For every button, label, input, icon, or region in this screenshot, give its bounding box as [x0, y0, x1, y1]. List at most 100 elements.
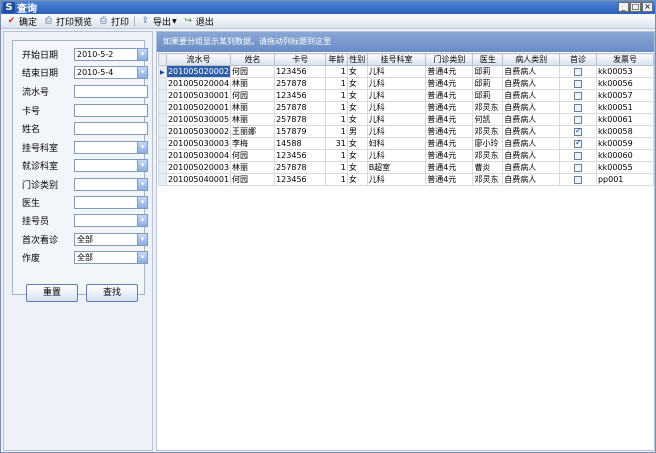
filter-start-date: 开始日期 2010-5-2 ▾	[22, 47, 148, 61]
first-visit-checkbox[interactable]	[559, 137, 597, 150]
checkbox-icon[interactable]	[574, 175, 583, 184]
checkbox-icon[interactable]	[574, 139, 583, 148]
chevron-down-icon[interactable]: ▾	[137, 66, 147, 78]
column-header[interactable]: 挂号科室	[366, 53, 427, 66]
first-visit-checkbox[interactable]	[559, 65, 597, 78]
filter-label: 卡号	[22, 106, 41, 117]
table-row[interactable]: ▶ 201005020002 何园 123456 1 女儿科 普通4元 邱莉 自费病人 kk000…	[158, 65, 655, 78]
checkbox-icon[interactable]	[574, 103, 583, 112]
checkbox-icon[interactable]	[574, 115, 583, 124]
first-visit-checkbox[interactable]	[559, 89, 597, 102]
cell-ptype: 自费病人	[502, 173, 561, 186]
cell-ptype: 自费病人	[502, 101, 561, 114]
checkbox-icon[interactable]	[574, 91, 583, 100]
column-header[interactable]: 首诊	[559, 53, 597, 66]
card-no-input[interactable]	[74, 103, 148, 117]
column-header[interactable]: 流水号	[165, 53, 232, 66]
checkbox-icon[interactable]	[574, 151, 583, 160]
table-row[interactable]: 201005030002王丽娜1578791男儿科普通4元邓灵东自费病人 kk00…	[158, 125, 655, 138]
search-button[interactable]: 查找	[86, 284, 138, 302]
confirm-button[interactable]: ✔ 确定	[3, 15, 40, 28]
chevron-down-icon[interactable]: ▾	[137, 251, 147, 263]
minimize-button[interactable]: _	[618, 2, 629, 12]
cell-age: 1	[325, 161, 348, 174]
chevron-down-icon[interactable]: ▾	[137, 141, 147, 153]
first-visit-checkbox[interactable]	[559, 161, 597, 174]
first-visit-select[interactable]: 全部 ▾	[74, 232, 148, 246]
column-header[interactable]: 年龄	[325, 53, 348, 66]
table-row[interactable]: 201005040001 何园 123456 1 女儿科 普通4元 邓灵东 自费病人 pp001	[158, 173, 655, 186]
column-header[interactable]: 性别	[346, 53, 368, 66]
cell-card: 123456	[274, 149, 327, 162]
table-row[interactable]: 201005020004 林丽 257878 1 女儿科 普通4元 邱莉 自费病人 kk0005…	[158, 77, 655, 90]
filter-label: 流水号	[22, 87, 50, 98]
first-visit-checkbox[interactable]	[559, 173, 597, 186]
serial-no-input[interactable]	[74, 84, 148, 98]
cell-type: 普通4元	[425, 149, 474, 162]
chevron-down-icon[interactable]: ▾	[137, 214, 147, 226]
filter-label: 挂号科室	[22, 143, 59, 154]
registrar-select[interactable]: ▾	[74, 213, 148, 227]
checkbox-icon[interactable]	[574, 127, 583, 136]
first-visit-checkbox[interactable]	[559, 125, 597, 138]
first-visit-checkbox[interactable]	[559, 101, 597, 114]
first-visit-checkbox[interactable]	[559, 113, 597, 126]
table-row[interactable]: 201005030004 何园 123456 1 女儿科 普通4元 邓灵东 自费病人 kk000…	[158, 149, 655, 162]
column-header[interactable]: 卡号	[274, 53, 327, 66]
export-label: 导出	[153, 17, 172, 28]
row-indicator	[158, 113, 167, 126]
column-header[interactable]: 医生	[472, 53, 504, 66]
chevron-down-icon[interactable]: ▾	[137, 233, 147, 245]
cell-invoice: kk00057	[595, 89, 655, 102]
name-input[interactable]	[74, 121, 148, 135]
clinic-type-select[interactable]: ▾	[74, 177, 148, 191]
cell-sex: 女	[346, 101, 368, 114]
table-row[interactable]: 201005030003李梅1458831女妇科普通4元廖小玲自费病人 kk000…	[158, 137, 655, 150]
visit-dept-select[interactable]: ▾	[74, 158, 148, 172]
cell-type: 普通4元	[425, 137, 474, 150]
cell-dept: 儿科	[366, 149, 427, 162]
column-header[interactable]: 姓名	[230, 53, 276, 66]
print-label: 打印	[111, 17, 130, 28]
filter-name: 姓名	[22, 121, 148, 135]
column-header[interactable]: 门诊类别	[425, 53, 474, 66]
start-date-select[interactable]: 2010-5-2 ▾	[74, 47, 148, 61]
doctor-select[interactable]: ▾	[74, 195, 148, 209]
end-date-select[interactable]: 2010-5-4 ▾	[74, 65, 148, 79]
column-header[interactable]: 发票号	[595, 53, 655, 66]
void-select[interactable]: 全部 ▾	[74, 250, 148, 264]
cell-name: 何园	[230, 149, 276, 162]
maximize-button[interactable]: □	[630, 2, 641, 12]
reset-button[interactable]: 重置	[26, 284, 78, 302]
cell-card: 123456	[274, 89, 327, 102]
checkbox-icon[interactable]	[574, 79, 583, 88]
table-row[interactable]: 201005030005 林丽 257878 1 女儿科 普通4元 何凯 自费病人 kk0006…	[158, 113, 655, 126]
print-button[interactable]: ⎙ 打印	[95, 15, 132, 28]
cell-doctor: 邱莉	[472, 89, 504, 102]
print-preview-button[interactable]: ⎙ 打印预览	[40, 15, 95, 28]
app-logo-icon: S	[3, 2, 15, 13]
exit-button[interactable]: ↪ 退出	[180, 15, 217, 28]
title-bar[interactable]: S 查询 _ □ ×	[1, 1, 655, 15]
chevron-down-icon[interactable]: ▾	[137, 159, 147, 171]
first-visit-checkbox[interactable]	[559, 149, 597, 162]
reg-dept-select[interactable]: ▾	[74, 140, 148, 154]
group-by-bar[interactable]: 如果要分组显示某列数据，请拖动列标题到这里	[157, 32, 654, 52]
table-row[interactable]: 201005020001 林丽 257878 1 女儿科 普通4元 邓灵东 自费病人 kk000…	[158, 101, 655, 114]
checkbox-icon[interactable]	[574, 163, 583, 172]
table-row[interactable]: 201005020003 林丽 257878 1 女 B超室 普通4元 曹炎 自费病人 kk000…	[158, 161, 655, 174]
confirm-label: 确定	[19, 17, 38, 28]
chevron-down-icon[interactable]: ▾	[137, 178, 147, 190]
filter-label: 就诊科室	[22, 161, 59, 172]
print-preview-label: 打印预览	[56, 17, 93, 28]
column-header[interactable]: 病人类别	[502, 53, 561, 66]
chevron-down-icon[interactable]: ▾	[137, 196, 147, 208]
export-button[interactable]: ⇪ 导出 ▼	[137, 15, 180, 28]
chevron-down-icon[interactable]: ▾	[137, 48, 147, 60]
cell-invoice: kk00060	[595, 149, 655, 162]
close-button[interactable]: ×	[642, 2, 653, 12]
filter-panel: 开始日期 2010-5-2 ▾ 结束日期 2010-5-4 ▾ 流水号 卡号 姓名 挂号科室 ▾ 就诊…	[3, 31, 153, 451]
checkbox-icon[interactable]	[574, 67, 583, 76]
first-visit-checkbox[interactable]	[559, 77, 597, 90]
table-row[interactable]: 201005030001 何园 123456 1 女儿科 普通4元 邱莉 自费病人 kk0005…	[158, 89, 655, 102]
